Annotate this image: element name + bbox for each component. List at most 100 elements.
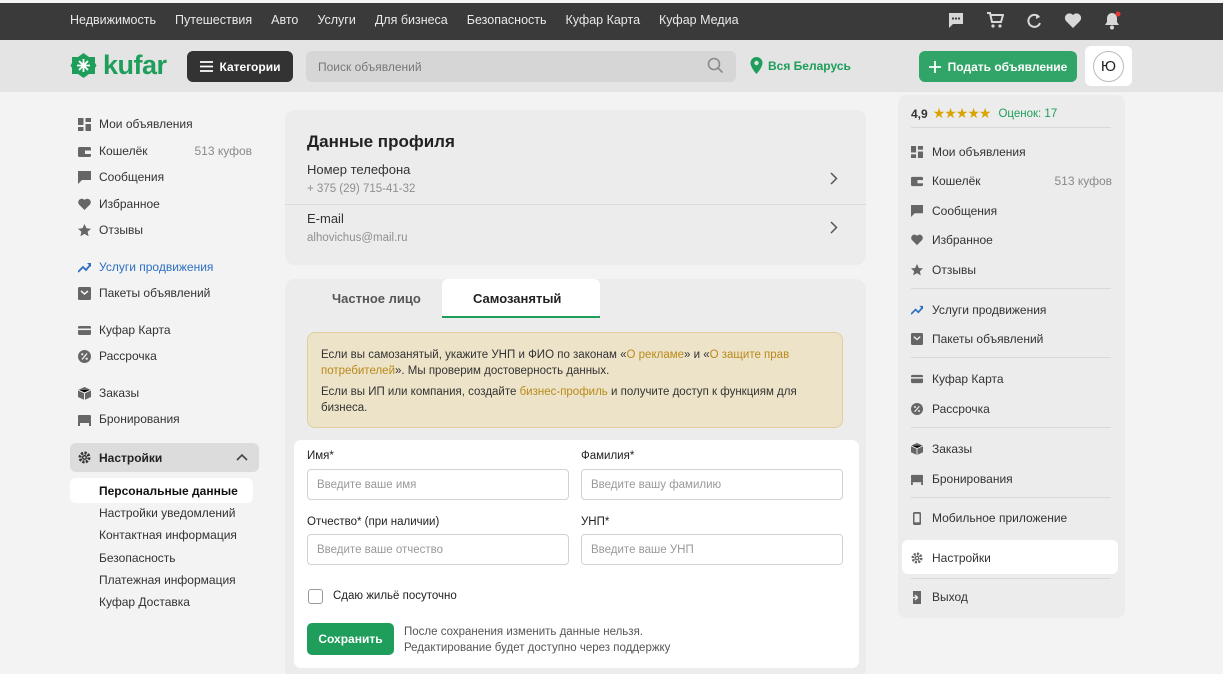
heart-icon bbox=[78, 198, 91, 210]
law-advertising-link[interactable]: О рекламе bbox=[627, 349, 685, 361]
rating-value: 4,9 bbox=[911, 106, 928, 121]
toplink-security[interactable]: Безопасность bbox=[467, 13, 547, 27]
sidebar-item-my-ads[interactable]: Мои объявления bbox=[78, 117, 193, 131]
trend-icon bbox=[911, 305, 923, 315]
heart-icon[interactable] bbox=[1062, 9, 1084, 31]
settings-item-security[interactable]: Безопасность bbox=[99, 551, 176, 565]
sidebar-item-label: Мои объявления bbox=[99, 117, 193, 131]
toplink-services[interactable]: Услуги bbox=[317, 13, 355, 27]
sidebar-item-bookings[interactable]: Бронирования bbox=[78, 412, 180, 426]
search-input[interactable] bbox=[306, 51, 736, 82]
tab-self-employed[interactable]: Самозанятый bbox=[442, 279, 600, 318]
menu-item-favorites[interactable]: Избранное bbox=[911, 233, 993, 247]
menu-item-installment[interactable]: Рассрочка bbox=[911, 402, 990, 416]
menu-item-orders[interactable]: Заказы bbox=[911, 442, 972, 456]
settings-item-contacts[interactable]: Контактная информация bbox=[99, 528, 237, 542]
bell-icon[interactable] bbox=[1101, 9, 1123, 31]
toplink-travel[interactable]: Путешествия bbox=[175, 13, 252, 27]
menu-item-packages[interactable]: Пакеты объявлений bbox=[911, 332, 1043, 346]
save-note-line: После сохранения изменить данные нельзя. bbox=[404, 626, 643, 638]
plus-icon bbox=[928, 60, 941, 73]
notice-text: Если вы самозанятый, укажите УНП и ФИО п… bbox=[321, 349, 627, 361]
post-ad-button[interactable]: Подать объявление bbox=[919, 51, 1077, 82]
avatar-button[interactable]: Ю bbox=[1085, 46, 1132, 86]
bed-icon bbox=[78, 414, 91, 426]
page-title: Данные профиля bbox=[307, 132, 455, 151]
logo-mark-icon bbox=[70, 52, 97, 78]
daily-rent-label[interactable]: Сдаю жильё посуточно bbox=[333, 590, 457, 602]
chat-icon[interactable] bbox=[945, 9, 967, 31]
categories-button[interactable]: Категории bbox=[187, 51, 293, 82]
sidebar-item-wallet[interactable]: Кошелёк bbox=[78, 144, 148, 158]
user-rating: 4,9 ★★★★★ Оценок: 17 bbox=[911, 105, 1057, 122]
card-icon bbox=[78, 325, 91, 335]
email-label: E-mail bbox=[307, 211, 344, 226]
toplink-kufar-card[interactable]: Куфар Карта bbox=[566, 13, 641, 27]
location-pin-icon bbox=[750, 57, 763, 74]
region-selector[interactable]: Вся Беларусь bbox=[750, 57, 851, 74]
menu-item-wallet[interactable]: Кошелёк bbox=[911, 174, 981, 188]
sidebar-item-installment[interactable]: Рассрочка bbox=[78, 349, 157, 363]
toplink-realty[interactable]: Недвижимость bbox=[70, 13, 156, 27]
sidebar-item-kufar-card[interactable]: Куфар Карта bbox=[78, 323, 171, 337]
tab-label: Самозанятый bbox=[473, 291, 562, 306]
menu-item-promo[interactable]: Услуги продвижения bbox=[911, 303, 1046, 317]
menu-item-label: Отзывы bbox=[932, 263, 976, 277]
patronymic-field[interactable] bbox=[307, 534, 569, 565]
divider bbox=[285, 204, 866, 205]
kufar-logo[interactable]: kufar bbox=[70, 50, 167, 80]
last-name-field[interactable] bbox=[581, 469, 843, 500]
toplink-business[interactable]: Для бизнеса bbox=[375, 13, 448, 27]
business-profile-link[interactable]: бизнес-профиль bbox=[520, 386, 608, 398]
settings-item-notifications[interactable]: Настройки уведомлений bbox=[99, 506, 235, 520]
notice-text: » и « bbox=[684, 349, 710, 361]
save-button[interactable]: Сохранить bbox=[307, 623, 394, 655]
wallet-icon bbox=[911, 176, 923, 187]
gear-icon bbox=[911, 552, 923, 564]
menu-item-kufar-card[interactable]: Куфар Карта bbox=[911, 372, 1004, 386]
email-row[interactable]: E-mail alhovichus@mail.ru bbox=[285, 211, 866, 260]
tab-private[interactable]: Частное лицо bbox=[332, 291, 421, 306]
trend-icon bbox=[78, 262, 91, 273]
toplink-kufar-media[interactable]: Куфар Медиа bbox=[659, 13, 739, 27]
settings-item-payment[interactable]: Платежная информация bbox=[99, 573, 236, 587]
header: kufar Категории Вся Беларусь Подать объя… bbox=[0, 40, 1223, 92]
menu-item-reviews[interactable]: Отзывы bbox=[911, 263, 976, 277]
phone-label: Номер телефона bbox=[307, 162, 411, 177]
toplink-auto[interactable]: Авто bbox=[271, 13, 298, 27]
package-icon bbox=[911, 333, 923, 345]
settings-item-delivery[interactable]: Куфар Доставка bbox=[99, 595, 190, 609]
sidebar-item-reviews[interactable]: Отзывы bbox=[78, 223, 143, 237]
menu-item-my-ads[interactable]: Мои объявления bbox=[911, 145, 1026, 159]
profile-card: Данные профиля Номер телефона + 375 (29)… bbox=[285, 110, 866, 265]
sidebar-item-orders[interactable]: Заказы bbox=[78, 386, 139, 400]
daily-rent-checkbox[interactable] bbox=[308, 589, 323, 604]
unp-field[interactable] bbox=[581, 534, 843, 565]
menu-item-label: Куфар Карта bbox=[932, 372, 1004, 386]
first-name-field[interactable] bbox=[307, 469, 569, 500]
gear-icon bbox=[78, 451, 91, 464]
self-employed-form: Имя* Фамилия* Отчество* (при наличии) УН… bbox=[294, 440, 859, 668]
percent-icon bbox=[78, 349, 91, 363]
menu-item-label: Заказы bbox=[932, 442, 973, 456]
sidebar-item-favorites[interactable]: Избранное bbox=[78, 197, 160, 211]
cart-icon[interactable] bbox=[984, 9, 1006, 31]
patronymic-label: Отчество* (при наличии) bbox=[307, 516, 440, 528]
menu-item-messages[interactable]: Сообщения bbox=[911, 204, 997, 218]
settings-item-personal-data[interactable]: Персональные данные bbox=[99, 484, 238, 498]
sidebar-item-label: Кошелёк bbox=[99, 144, 148, 158]
menu-item-mobile-app[interactable]: Мобильное приложение bbox=[911, 511, 1067, 525]
sidebar-item-messages[interactable]: Сообщения bbox=[78, 170, 164, 184]
menu-item-settings[interactable]: Настройки bbox=[911, 551, 991, 565]
avatar: Ю bbox=[1093, 50, 1124, 82]
top-links: Недвижимость Путешествия Авто Услуги Для… bbox=[70, 0, 739, 40]
sidebar-item-promo[interactable]: Услуги продвижения bbox=[78, 260, 213, 274]
settings-section-toggle[interactable]: Настройки bbox=[70, 443, 259, 472]
reviews-count-link[interactable]: Оценок: 17 bbox=[998, 108, 1057, 120]
compare-icon[interactable] bbox=[1023, 9, 1045, 31]
menu-item-logout[interactable]: Выход bbox=[911, 590, 968, 604]
menu-item-bookings[interactable]: Бронирования bbox=[911, 472, 1013, 486]
bed-icon bbox=[911, 474, 923, 485]
sidebar-item-packages[interactable]: Пакеты объявлений bbox=[78, 286, 210, 300]
search-icon[interactable] bbox=[707, 57, 724, 77]
